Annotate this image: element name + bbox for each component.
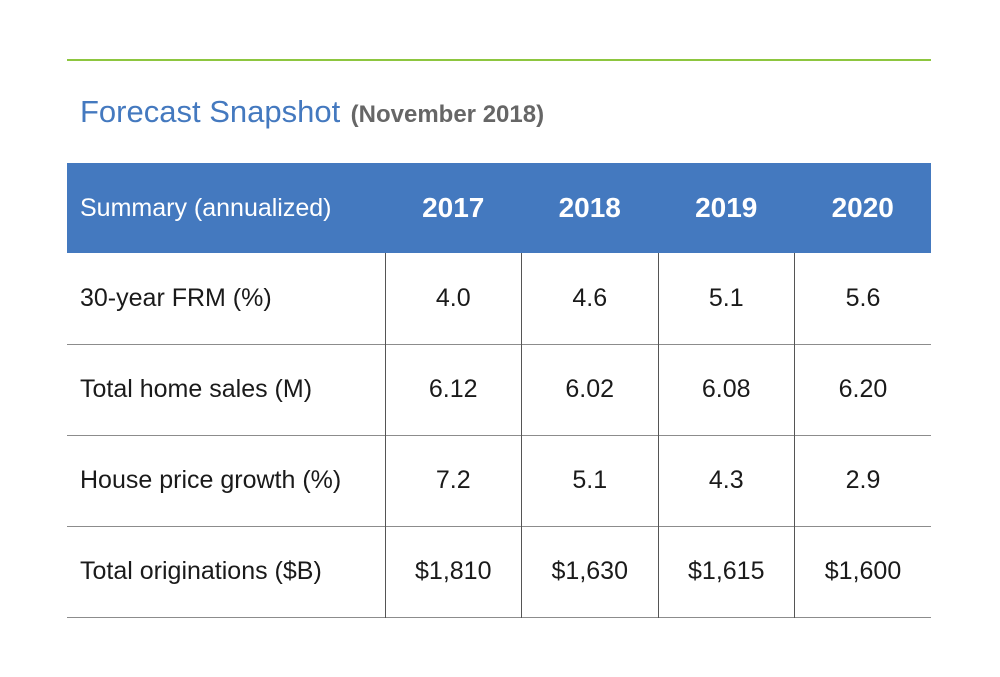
table-row: House price growth (%) 7.2 5.1 4.3 2.9: [67, 435, 931, 526]
cell-value: 4.3: [657, 435, 795, 526]
header-year: 2017: [422, 192, 485, 223]
header-summary-label: Summary (annualized): [80, 193, 332, 222]
cell-value: 6.20: [794, 344, 931, 435]
cell-value: 7.2: [384, 435, 522, 526]
cell-value: 5.1: [521, 435, 658, 526]
title-date: (November 2018): [350, 101, 545, 128]
cell-value: $1,630: [521, 526, 658, 617]
cell-value: 6.12: [384, 344, 522, 435]
top-divider: [67, 59, 931, 61]
row-label: 30-year FRM (%): [80, 283, 272, 312]
cell-value: 6.02: [521, 344, 658, 435]
page-title: Forecast Snapshot (November 2018): [80, 94, 544, 130]
row-label: Total home sales (M): [80, 375, 313, 403]
cell-value: 4.0: [384, 253, 522, 344]
header-year: 2018: [558, 192, 621, 223]
row-label: House price growth (%): [80, 466, 342, 494]
table-row: 30-year FRM (%) 4.0 4.6 5.1 5.6: [67, 253, 931, 344]
table-row: Total home sales (M) 6.12 6.02 6.08 6.20: [67, 344, 931, 435]
forecast-table: Summary (annualized) 2017 2018 2019 2020…: [67, 163, 931, 618]
cell-value: 5.1: [657, 253, 795, 344]
header-year: 2019: [695, 192, 758, 223]
cell-value: $1,615: [657, 526, 795, 617]
row-label: Total originations ($B): [80, 557, 322, 585]
table-header-row: Summary (annualized) 2017 2018 2019 2020: [67, 163, 931, 253]
cell-value: 2.9: [794, 435, 931, 526]
cell-value: $1,810: [384, 526, 522, 617]
cell-value: 6.08: [657, 344, 795, 435]
cell-value: 5.6: [794, 253, 931, 344]
table-row: Total originations ($B) $1,810 $1,630 $1…: [67, 526, 931, 617]
header-year: 2020: [831, 192, 894, 223]
title-main: Forecast Snapshot: [80, 94, 341, 129]
cell-value: 4.6: [521, 253, 658, 344]
cell-value: $1,600: [794, 526, 931, 617]
